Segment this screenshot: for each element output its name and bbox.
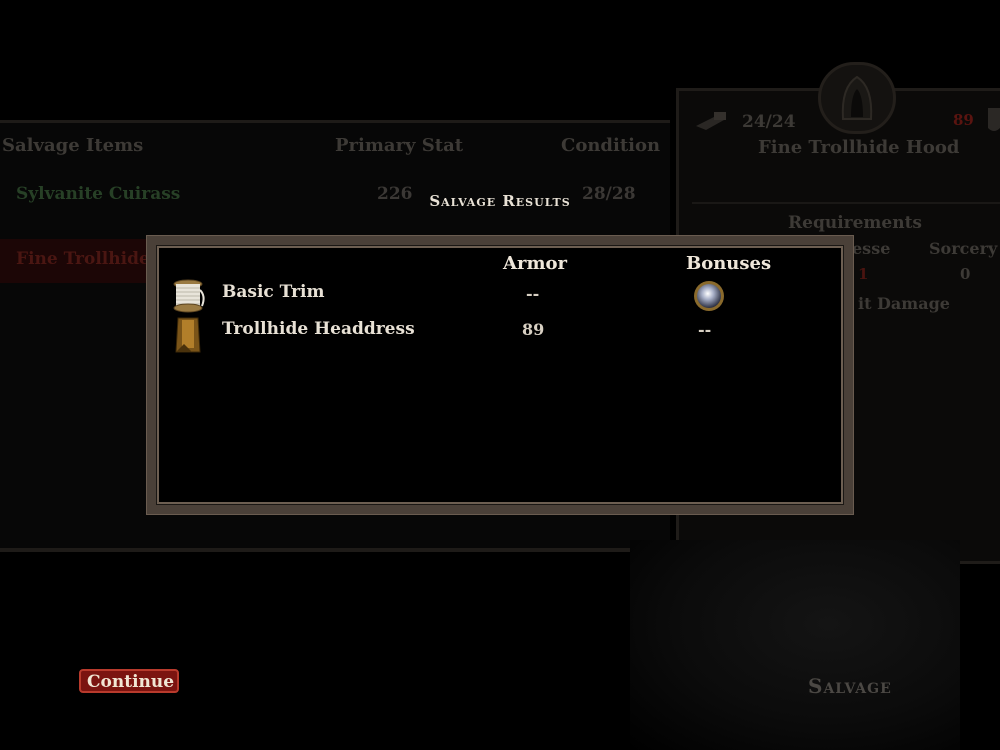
salvage-results-dialog (147, 236, 853, 514)
list-item-name[interactable]: Fine Trollhide (16, 249, 150, 269)
result-item-name: Trollhide Headdress (222, 319, 415, 339)
dialog-title: Salvage Results (429, 192, 571, 210)
item-stat-line: it Damage (858, 294, 950, 313)
requirements-label: Requirements (788, 213, 923, 233)
result-item-armor: -- (526, 284, 540, 303)
requirement-sorcery: Sorcery (929, 239, 998, 258)
hood-emblem-icon (818, 62, 896, 134)
headdress-icon (172, 314, 204, 358)
result-item-armor: 89 (522, 320, 545, 339)
screen-label: Salvage (808, 674, 892, 698)
durability-value: 24/24 (742, 112, 796, 132)
character-silhouette (630, 540, 960, 750)
result-item-bonus: -- (698, 320, 712, 339)
shield-icon (986, 106, 1000, 140)
armor-value: 89 (953, 111, 974, 129)
column-header-armor: Armor (503, 253, 567, 274)
requirement-sorcery-value: 0 (960, 265, 971, 283)
requirement-stat: esse (852, 239, 891, 258)
orb-icon (692, 279, 726, 317)
hammer-icon (694, 110, 730, 138)
column-header-primary-stat: Primary Stat (335, 135, 464, 156)
column-header-condition: Condition (561, 135, 661, 156)
column-header-salvage-items: Salvage Items (2, 135, 144, 156)
requirement-stat-value: 1 (858, 265, 869, 283)
continue-button[interactable]: Continue (79, 669, 179, 693)
item-name: Fine Trollhide Hood (758, 137, 960, 158)
column-header-bonuses: Bonuses (686, 253, 772, 274)
result-item-name: Basic Trim (222, 282, 325, 302)
